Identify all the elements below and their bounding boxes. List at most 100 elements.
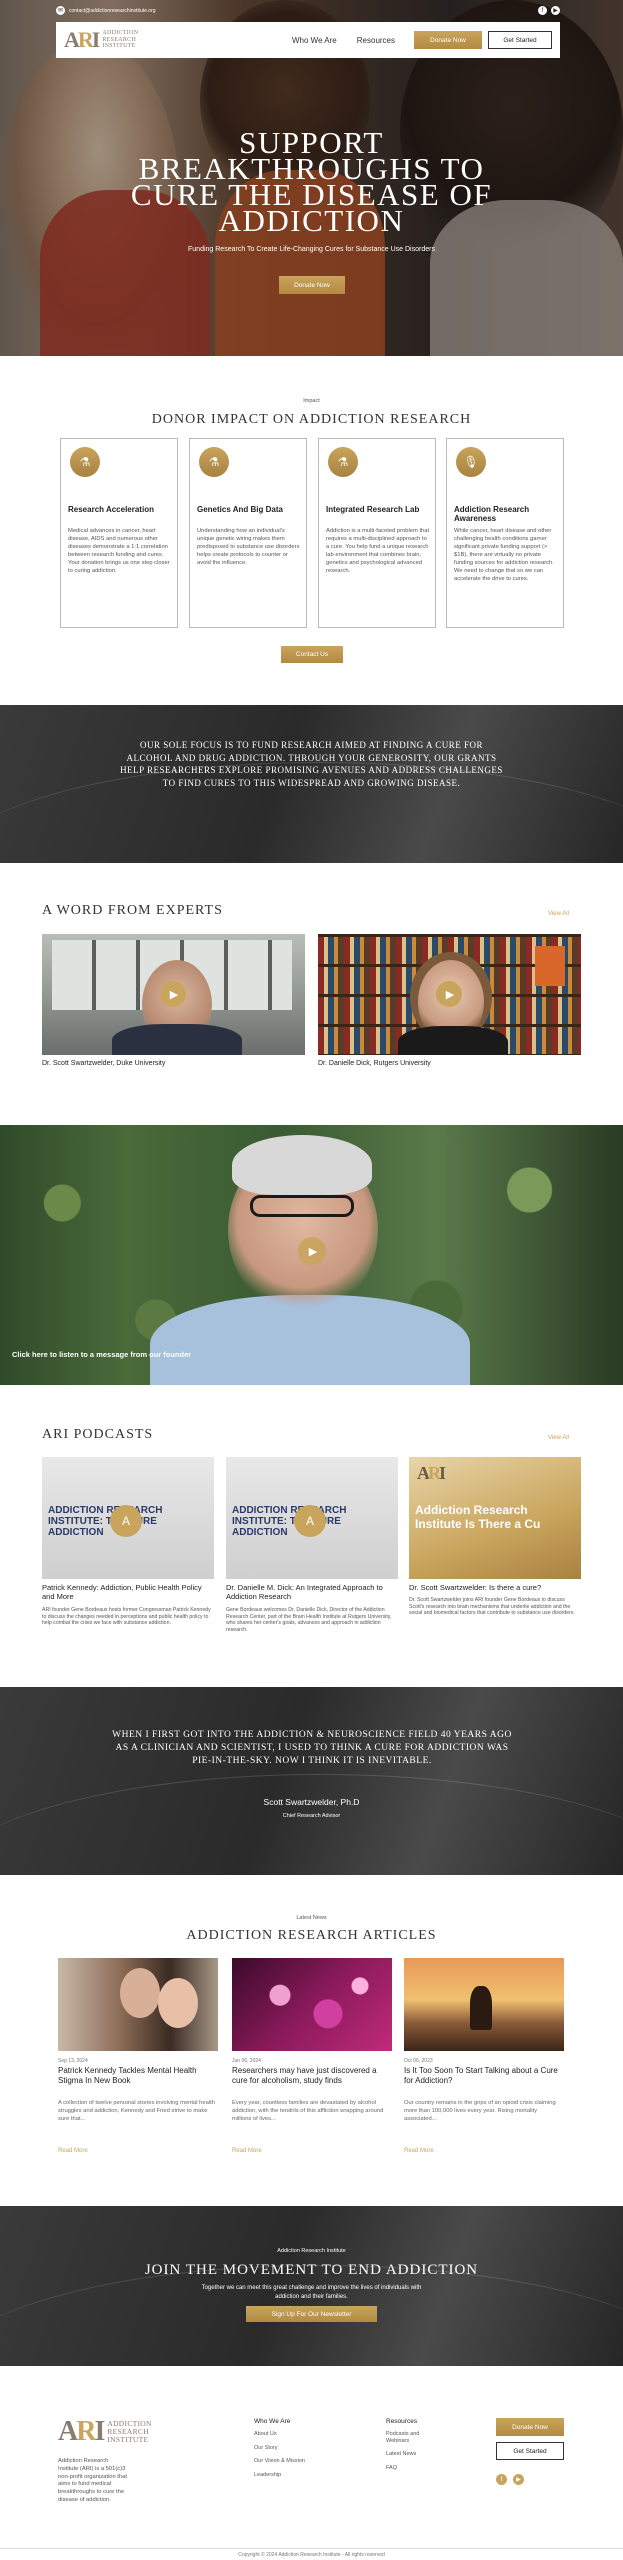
footer-logo-text: Addiction Research Institute <box>107 2420 151 2444</box>
nav-resources[interactable]: Resources <box>357 36 395 45</box>
join-band: Addiction Research Institute Join the Mo… <box>0 2206 623 2366</box>
nav-who-we-are[interactable]: Who We Are <box>292 36 337 45</box>
nav-get-started-button[interactable]: Get Started <box>488 31 552 49</box>
podcast-desc: Dr. Scott Swartzwelder joins ARI founder… <box>409 1597 575 1616</box>
article-title[interactable]: Researchers may have just discovered a c… <box>232 2066 392 2086</box>
footer-link[interactable]: About Us <box>254 2431 294 2438</box>
article-desc: A collection of twelve personal stories … <box>58 2100 215 2122</box>
expert-video-2[interactable]: ▶ <box>318 934 581 1055</box>
article-read-more-link[interactable]: Read More <box>404 2148 434 2154</box>
impact-card: 🎙 Addiction Research Awareness While can… <box>446 438 564 628</box>
nav-donate-button[interactable]: Donate Now <box>414 31 482 49</box>
article-image-silhouette <box>470 1986 492 2030</box>
footer-link[interactable]: Our Story <box>254 2445 294 2452</box>
expert-video-caption: Dr. Scott Swartzwelder, Duke University <box>42 1060 166 1067</box>
footer-logo[interactable]: ARI Addiction Research Institute <box>58 2416 152 2448</box>
experts-title: A Word From Experts <box>42 903 223 918</box>
footer-get-started-button[interactable]: Get Started <box>496 2442 564 2460</box>
podcasts-title: ARI Podcasts <box>42 1427 154 1442</box>
podcast-thumbnail[interactable]: ADDICTION RESEARCH INSTITUTE: THE CURE A… <box>42 1457 214 1579</box>
footer-donate-button[interactable]: Donate Now <box>496 2418 564 2436</box>
top-bar: ✉ contact@addictionresearchinstitute.org… <box>56 6 560 18</box>
article-read-more-link[interactable]: Read More <box>232 2148 262 2154</box>
podcast-thumbnail[interactable]: ADDICTION RESEARCH INSTITUTE: THE CURE A… <box>226 1457 398 1579</box>
founder-video[interactable]: ▶ Click here to listen to a message from… <box>0 1125 623 1385</box>
newsletter-signup-button[interactable]: Sign Up For Our Newsletter <box>246 2306 377 2322</box>
youtube-icon[interactable]: ▶ <box>551 6 560 15</box>
play-icon[interactable]: ▶ <box>436 981 462 1007</box>
article-image[interactable] <box>404 1958 564 2051</box>
articles-title: Addiction Research Articles <box>186 1928 437 1943</box>
podcast-desc: ARI founder Gene Bordeaux hosts former C… <box>42 1607 211 1626</box>
podcast-title[interactable]: Patrick Kennedy: Addiction, Public Healt… <box>42 1583 214 1601</box>
podcast-thumbnail[interactable]: ARI Addiction Research Institute Is Ther… <box>409 1457 581 1579</box>
article-date: Jun 06, 2024 <box>232 2058 261 2064</box>
hero-donate-button[interactable]: Donate Now <box>279 276 345 294</box>
founder-glasses <box>250 1195 354 1217</box>
impact-card-desc: Understanding how an individual's unique… <box>197 528 300 566</box>
social-links: f ▶ <box>538 6 560 15</box>
footer-link[interactable]: Leadership <box>254 2472 294 2479</box>
contact-email-text[interactable]: contact@addictionresearchinstitute.org <box>69 8 156 14</box>
facebook-icon[interactable]: f <box>496 2474 507 2485</box>
article-image-face <box>158 1978 198 2028</box>
article-read-more-link[interactable]: Read More <box>58 2148 88 2154</box>
footer-link[interactable]: Latest News <box>386 2451 426 2458</box>
footer-divider <box>0 2548 623 2549</box>
article-title[interactable]: Is It Too Soon To Start Talking about a … <box>404 2066 564 2086</box>
articles-kicker: Latest News <box>296 1915 327 1921</box>
logo-text: Addiction Research Institute <box>102 30 138 50</box>
footer-link[interactable]: FAQ <box>386 2465 426 2472</box>
expert-video-caption: Dr. Danielle Dick, Rutgers University <box>318 1060 431 1067</box>
youtube-icon[interactable]: ▶ <box>513 2474 524 2485</box>
lab-icon: ⚗ <box>328 447 358 477</box>
podcast-title[interactable]: Dr. Scott Swartzwelder: Is there a cure? <box>409 1583 581 1592</box>
impact-card: ⚗ Research Acceleration Medical advances… <box>60 438 178 628</box>
experts-view-all-link[interactable]: View All <box>548 911 569 917</box>
contact-email[interactable]: ✉ contact@addictionresearchinstitute.org <box>56 6 156 15</box>
impact-card-title: Genetics And Big Data <box>197 505 283 514</box>
impact-card: ⚗ Integrated Research Lab Addiction is a… <box>318 438 436 628</box>
podcast-thumbnail-text: Addiction Research Institute Is There a … <box>415 1503 541 1531</box>
play-icon[interactable]: ▶ <box>160 981 186 1007</box>
facebook-icon[interactable]: f <box>538 6 547 15</box>
expert-video-1[interactable]: ▶ <box>42 934 305 1055</box>
focus-text: Our sole focus is to fund research aimed… <box>120 740 503 788</box>
hero-section: ✉ contact@addictionresearchinstitute.org… <box>0 0 623 356</box>
impact-kicker: Impact <box>303 398 320 404</box>
article-image[interactable] <box>58 1958 218 2051</box>
logo-mark: ARI <box>64 27 100 52</box>
podcast-logo-mark: ARI <box>417 1463 446 1483</box>
quote-author-role: Chief Research Advisor <box>282 1813 341 1819</box>
contact-us-button[interactable]: Contact Us <box>281 646 343 663</box>
footer-col-heading: Who We Are <box>254 2418 291 2425</box>
podcast-logo-icon: A <box>294 1505 326 1537</box>
logo-line-1: Addiction <box>102 30 139 37</box>
footer-col-who-we-are: Who We Are About Us Our Story Our Vision… <box>254 2418 334 2485</box>
impact-card: ⚗ Genetics And Big Data Understanding ho… <box>189 438 307 628</box>
quote-author: Scott Swartzwelder, Ph.D <box>263 1797 360 1807</box>
impact-card-title: Integrated Research Lab <box>326 505 420 514</box>
play-icon[interactable]: ▶ <box>298 1237 326 1265</box>
founder-hair <box>232 1135 372 1195</box>
dna-icon: ⚗ <box>199 447 229 477</box>
article-title[interactable]: Patrick Kennedy Tackles Mental Health St… <box>58 2066 218 2086</box>
footer-logo-mark: ARI <box>58 2416 105 2447</box>
copyright: Copyright © 2024 Addiction Research Inst… <box>238 2552 385 2558</box>
join-kicker: Addiction Research Institute <box>277 2248 346 2254</box>
footer-link[interactable]: Our Vision & Mission <box>254 2458 334 2465</box>
footer-link[interactable]: Podcasts and Webinars <box>386 2431 426 2444</box>
founder-video-caption[interactable]: Click here to listen to a message from o… <box>12 1350 191 1359</box>
video-speaker-body <box>112 1024 242 1055</box>
footer-desc: Addiction Research Institute (ARI) is a … <box>58 2458 127 2503</box>
logo-line-3: Institute <box>102 43 136 50</box>
footer-col-heading: Resources <box>386 2418 418 2425</box>
focus-band: Our sole focus is to fund research aimed… <box>0 705 623 863</box>
flask-icon: ⚗ <box>70 447 100 477</box>
podcasts-view-all-link[interactable]: View All <box>548 1435 569 1441</box>
footer-social-links: f ▶ <box>496 2474 524 2485</box>
article-image[interactable] <box>232 1958 392 2051</box>
article-image-face <box>120 1968 160 2018</box>
podcast-title[interactable]: Dr. Danielle M. Dick: An Integrated Appr… <box>226 1583 398 1601</box>
site-logo[interactable]: ARI Addiction Research Institute <box>64 27 138 53</box>
